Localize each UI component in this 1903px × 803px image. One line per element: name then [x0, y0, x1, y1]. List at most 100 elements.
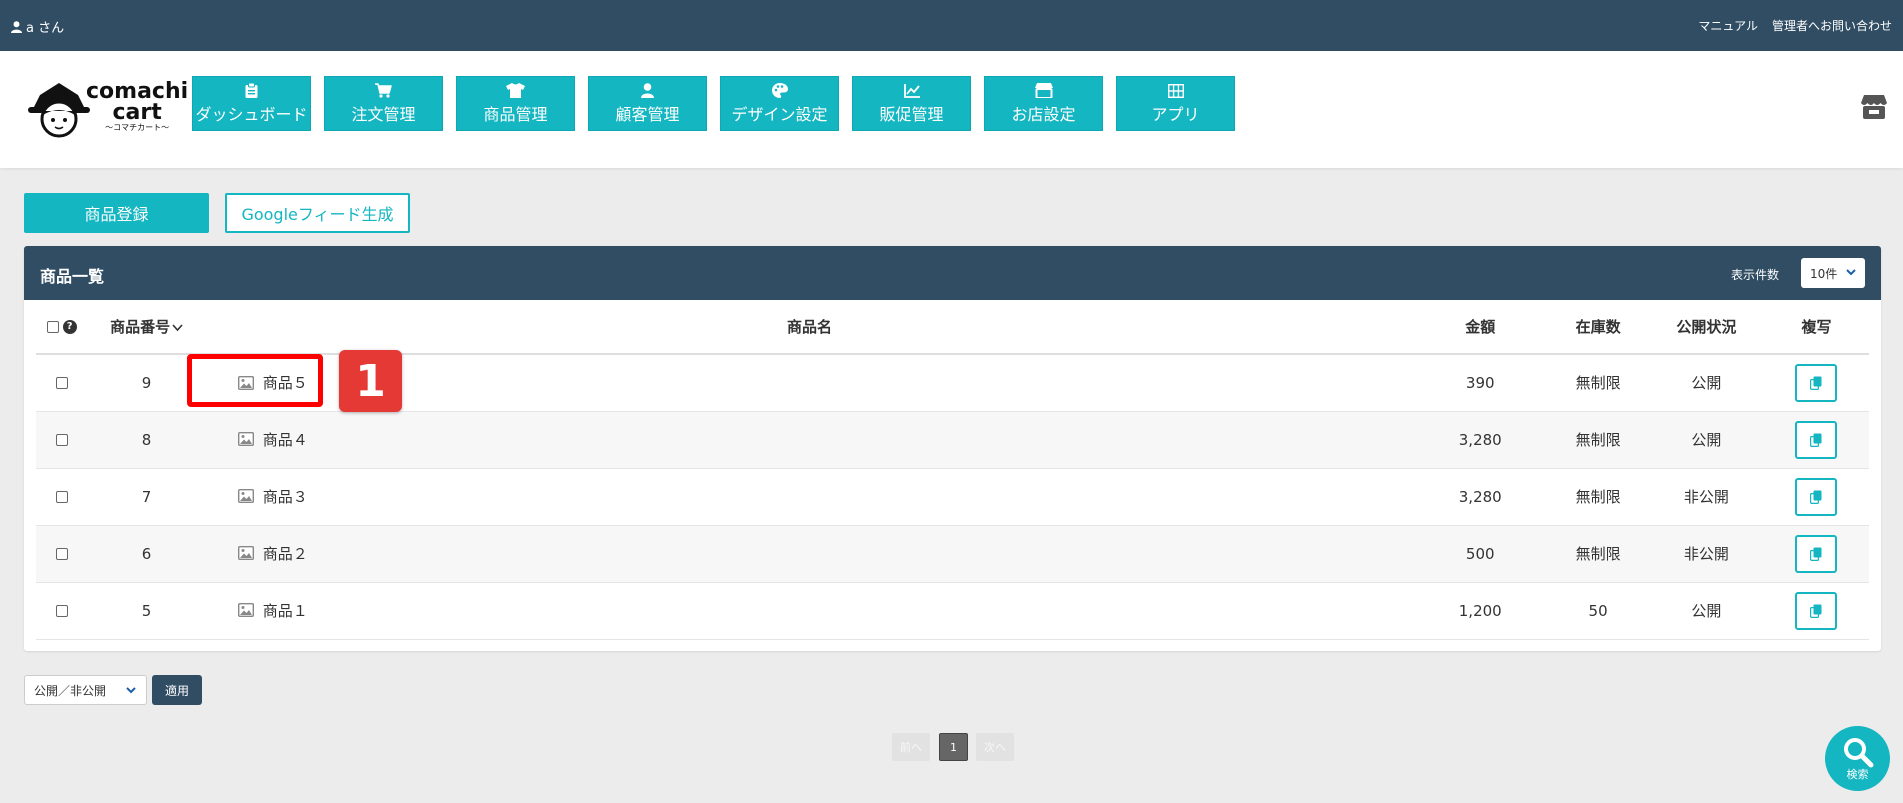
table-row: 6 商品２ 500 無制限 非公開: [36, 525, 1869, 583]
display-count-label: 表示件数: [1730, 268, 1779, 282]
panel-title: 商品一覧: [40, 267, 105, 286]
product-register-button[interactable]: 商品登録: [24, 193, 209, 233]
nav-orders-button[interactable]: 注文管理: [324, 76, 443, 131]
contact-admin-link[interactable]: 管理者へお問い合わせ: [1772, 17, 1892, 34]
display-count-value: 10件: [1810, 266, 1838, 281]
search-fab-label: 検索: [1846, 767, 1869, 781]
copy-icon: [1810, 604, 1822, 618]
table-row: 5 商品１ 1,200 50 公開: [36, 582, 1869, 640]
nav-orders-label: 注文管理: [351, 105, 416, 124]
manual-link[interactable]: マニュアル: [1698, 17, 1758, 34]
nav-promotion-label: 販促管理: [879, 105, 944, 124]
panel-header: 商品一覧 表示件数 10件: [24, 246, 1881, 300]
nav-design-label: デザイン設定: [731, 105, 828, 124]
row-checkbox[interactable]: [55, 548, 68, 560]
row-checkbox[interactable]: [55, 605, 68, 617]
row-status: 公開: [1648, 582, 1764, 640]
copy-button[interactable]: [1795, 420, 1838, 459]
row-stock: 無制限: [1547, 411, 1649, 469]
main-header: comachi cart 〜コマチカート〜 ダッシュボード 注文管理 商品管理 …: [0, 51, 1903, 168]
nav-products-button[interactable]: 商品管理: [456, 76, 575, 131]
nav-products-label: 商品管理: [483, 105, 548, 124]
row-stock: 無制限: [1547, 468, 1649, 526]
comachi-mascot-icon: [28, 83, 90, 138]
copy-button[interactable]: [1795, 363, 1838, 402]
product-name-link[interactable]: 商品１: [237, 600, 308, 621]
nav-apps-button[interactable]: アプリ: [1116, 76, 1235, 131]
product-name-link[interactable]: 商品２: [237, 543, 308, 564]
table-row: 8 商品４ 3,280 無制限 公開: [36, 411, 1869, 469]
bulk-status-select[interactable]: 公開／非公開: [24, 675, 147, 705]
nav-shop-settings-label: お店設定: [1011, 105, 1076, 124]
nav-promotion-button[interactable]: 販促管理: [852, 76, 971, 131]
row-stock: 50: [1547, 582, 1649, 640]
header-product-number[interactable]: 商品番号: [87, 300, 206, 355]
select-all-header: ?: [36, 300, 88, 355]
google-feed-button[interactable]: Googleフィード生成: [225, 193, 410, 233]
highlight-box: [187, 354, 323, 407]
product-name: 商品４: [262, 430, 308, 449]
copy-icon: [1810, 376, 1822, 390]
header-product-number-label: 商品番号: [110, 318, 171, 336]
nav-shop-settings-button[interactable]: お店設定: [984, 76, 1103, 131]
row-price: 1,200: [1413, 582, 1548, 640]
copy-button[interactable]: [1795, 591, 1838, 630]
row-number: 8: [87, 411, 206, 469]
pagination-prev[interactable]: 前へ: [892, 733, 930, 761]
search-fab-button[interactable]: 検索: [1825, 726, 1890, 791]
nav-customers-label: 顧客管理: [615, 105, 680, 124]
row-price: 500: [1413, 525, 1548, 583]
row-checkbox[interactable]: [55, 377, 68, 390]
nav-apps-label: アプリ: [1151, 105, 1200, 124]
pagination-page-1[interactable]: 1: [939, 733, 968, 761]
row-number: 5: [87, 582, 206, 640]
display-count-select[interactable]: 10件: [1801, 258, 1865, 288]
chevron-down-icon: [1846, 269, 1856, 276]
header-stock: 在庫数: [1547, 300, 1649, 355]
product-name-link[interactable]: 商品３: [237, 486, 308, 507]
store-icon: [1034, 83, 1053, 98]
row-checkbox[interactable]: [55, 491, 68, 503]
header-product-name: 商品名: [205, 300, 1414, 355]
clipboard-icon: [245, 83, 258, 98]
select-all-checkbox[interactable]: [46, 321, 59, 333]
user-menu[interactable]: a さん: [11, 17, 64, 36]
step-number-badge: 1: [339, 350, 402, 412]
copy-button[interactable]: [1795, 534, 1838, 573]
copy-icon: [1810, 490, 1822, 504]
image-placeholder-icon: [237, 432, 254, 447]
nav-dashboard-button[interactable]: ダッシュボード: [192, 76, 311, 131]
store-front-icon: [1861, 95, 1887, 119]
cart-icon: [375, 83, 392, 98]
help-icon[interactable]: ?: [62, 320, 77, 334]
table-row: 7 商品３ 3,280 無制限 非公開: [36, 468, 1869, 526]
comachi-cart-logo[interactable]: comachi cart 〜コマチカート〜: [26, 81, 188, 141]
chart-line-icon: [903, 83, 920, 98]
apply-button[interactable]: 適用: [152, 675, 202, 705]
row-status: 非公開: [1648, 525, 1764, 583]
top-bar: a さん マニュアル 管理者へお問い合わせ: [0, 0, 1903, 51]
pagination-next[interactable]: 次へ: [976, 733, 1014, 761]
bulk-status-value: 公開／非公開: [34, 683, 107, 698]
copy-button[interactable]: [1795, 477, 1838, 516]
nav-customers-button[interactable]: 顧客管理: [588, 76, 707, 131]
logo-subtitle: 〜コマチカート〜: [105, 123, 170, 132]
header-status: 公開状況: [1648, 300, 1764, 355]
grid-icon: [1167, 83, 1184, 98]
row-number: 6: [87, 525, 206, 583]
storefront-button[interactable]: [1861, 95, 1887, 123]
image-placeholder-icon: [237, 546, 254, 561]
row-price: 390: [1413, 354, 1548, 412]
table-header-row: ? 商品番号 商品名 金額 在庫数 公開状況 複写: [36, 300, 1869, 355]
product-list-panel: 商品一覧 表示件数 10件 ? 商品番号 商品名 金額 在庫数 公開状況 複写: [24, 246, 1881, 651]
nav-design-button[interactable]: デザイン設定: [720, 76, 839, 131]
product-name: 商品１: [262, 601, 308, 620]
sort-chevron-icon: [172, 324, 183, 332]
header-copy: 複写: [1763, 300, 1869, 355]
product-name-link[interactable]: 商品４: [237, 429, 308, 450]
row-checkbox[interactable]: [55, 434, 68, 446]
image-placeholder-icon: [237, 489, 254, 504]
row-status: 公開: [1648, 411, 1764, 469]
row-status: 非公開: [1648, 468, 1764, 526]
tshirt-icon: [506, 83, 525, 98]
